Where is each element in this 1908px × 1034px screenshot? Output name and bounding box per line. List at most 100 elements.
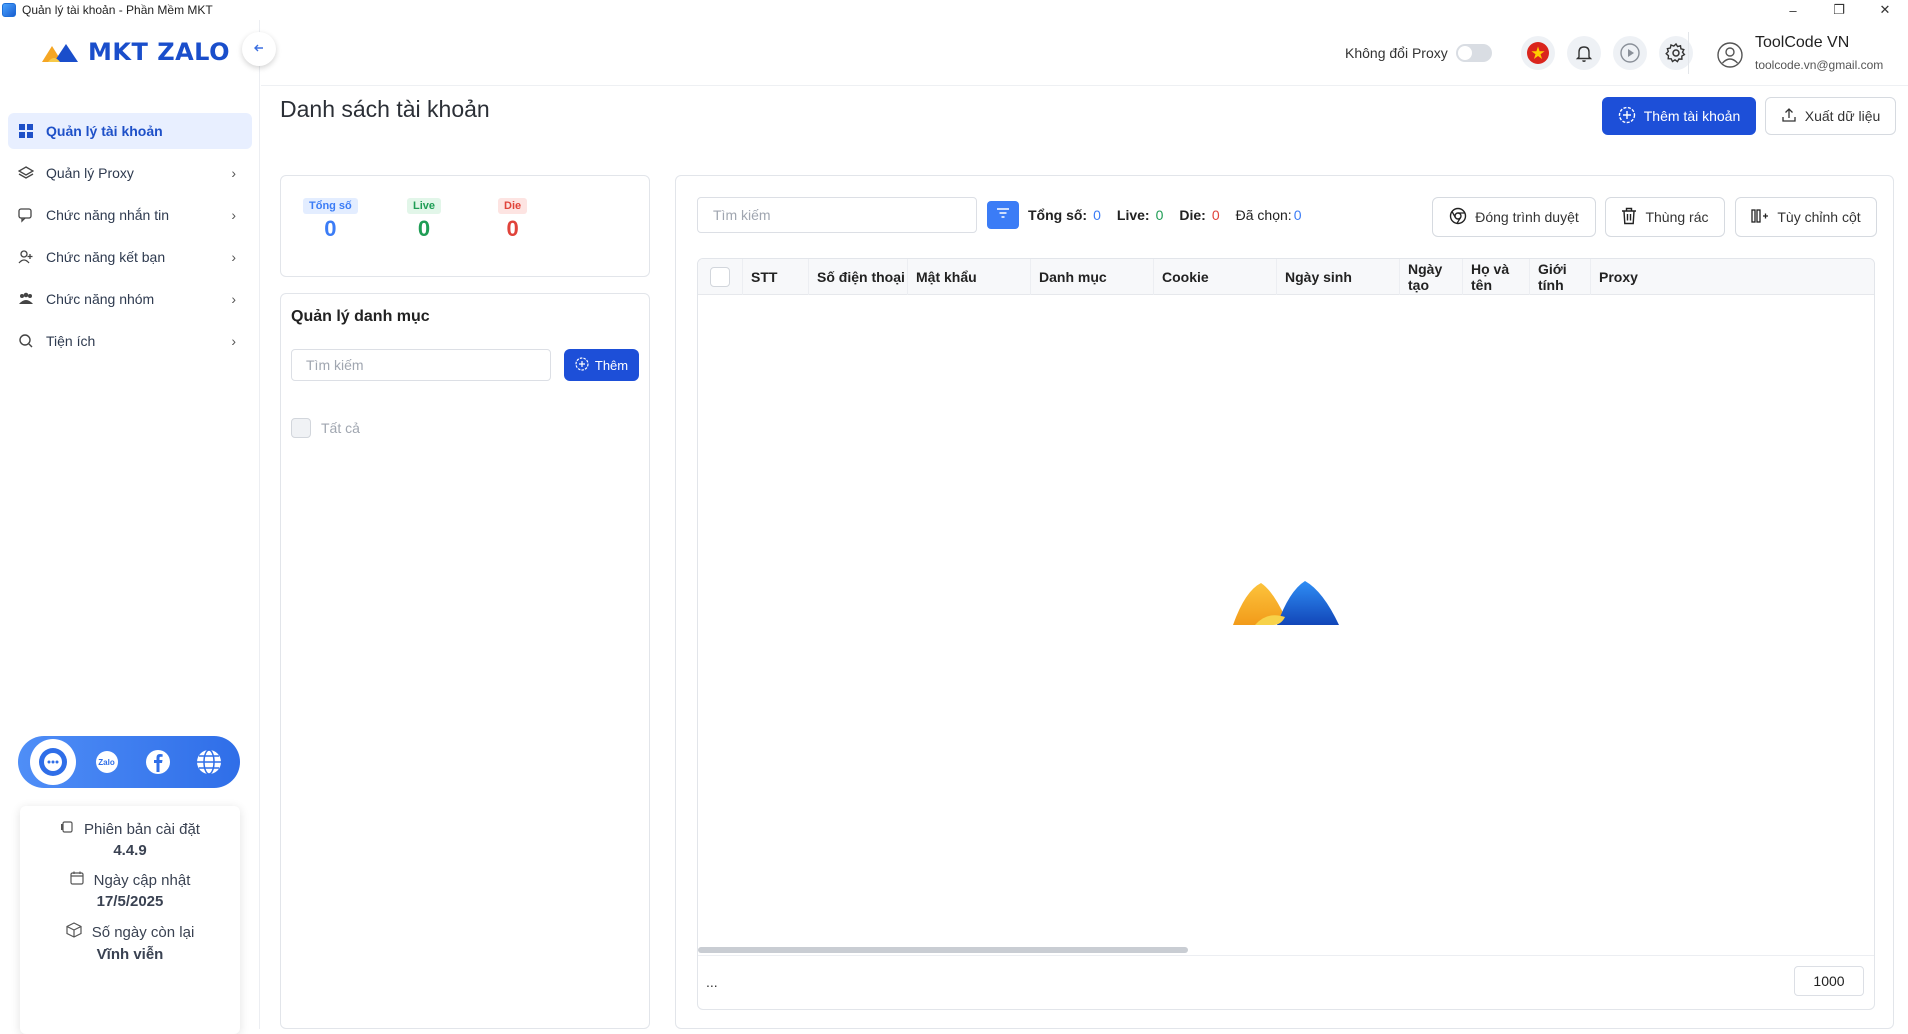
column-header[interactable]: Họ và tên — [1463, 259, 1530, 295]
chevron-right-icon: › — [231, 165, 236, 181]
proxy-toggle[interactable] — [1456, 44, 1492, 62]
category-panel: Quản lý danh mục Thêm Tất cả — [280, 293, 650, 1029]
chevron-right-icon: › — [231, 333, 236, 349]
stat-die: Die 0 — [498, 196, 528, 242]
user-plus-icon — [18, 249, 34, 265]
category-all-checkbox[interactable] — [291, 418, 311, 438]
vietnam-flag-icon[interactable] — [1521, 36, 1555, 70]
live-count-label: Live: — [1116, 207, 1150, 223]
column-header[interactable]: Số điện thoại — [809, 259, 908, 295]
trash-button[interactable]: Thùng rác — [1605, 197, 1725, 237]
trash-icon — [1621, 207, 1637, 228]
close-browser-button[interactable]: Đóng trình duyệt — [1432, 197, 1596, 237]
bell-icon[interactable] — [1567, 36, 1601, 70]
page-size-select[interactable]: 1000 — [1794, 966, 1864, 996]
update-value: 17/5/2025 — [96, 893, 164, 910]
stat-label: Live — [407, 198, 442, 214]
column-header[interactable]: Giới tính — [1530, 259, 1591, 295]
column-header[interactable]: Proxy — [1591, 259, 1874, 295]
add-account-label: Thêm tài khoản — [1643, 108, 1741, 124]
column-header[interactable]: Ngày tạo — [1400, 259, 1463, 295]
collapse-sidebar-button[interactable] — [242, 32, 276, 66]
page-title: Danh sách tài khoản — [280, 96, 490, 122]
stat-value: 0 — [324, 216, 337, 241]
live-count-value: 0 — [1155, 207, 1164, 223]
category-all-item[interactable]: Tất cả — [291, 418, 360, 438]
arrow-left-icon — [253, 42, 265, 57]
sidebar-item-label: Chức năng nhóm — [46, 291, 155, 307]
plus-circle-icon — [575, 356, 589, 374]
grid-icon — [18, 123, 34, 139]
user-avatar-icon[interactable] — [1716, 41, 1744, 69]
version-value: 4.4.9 — [113, 842, 147, 859]
stat-value: 0 — [506, 216, 519, 241]
zalo-icon[interactable]: Zalo — [87, 742, 127, 782]
add-category-button[interactable]: Thêm — [564, 349, 639, 381]
empty-state-logo — [1233, 577, 1339, 632]
filter-icon — [996, 206, 1010, 224]
sidebar-item-label: Chức năng kết bạn — [46, 249, 166, 265]
version-row: Phiên bản cài đặt 4.4.9 — [20, 820, 240, 859]
chrome-icon — [1449, 207, 1467, 228]
facebook-icon[interactable] — [138, 742, 178, 782]
columns-icon — [1751, 208, 1769, 227]
sidebar-item-friends[interactable]: Chức năng kết bạn › — [8, 239, 252, 275]
window-titlebar: Quản lý tài khoản - Phần Mềm MKT – ❐ ✕ — [0, 0, 1908, 20]
filter-button[interactable] — [987, 201, 1019, 229]
select-all-checkbox[interactable] — [710, 267, 730, 287]
close-button[interactable]: ✕ — [1862, 0, 1908, 20]
support-icon[interactable] — [29, 739, 76, 785]
sidebar-item-messaging[interactable]: Chức năng nhắn tin › — [8, 197, 252, 233]
sidebar-item-accounts[interactable]: Quản lý tài khoản — [8, 113, 252, 149]
web-icon[interactable] — [189, 742, 229, 782]
chevron-right-icon: › — [231, 291, 236, 307]
sidebar-item-utilities[interactable]: Tiện ích › — [8, 323, 252, 359]
header-divider — [1688, 32, 1689, 74]
upload-icon — [1781, 107, 1797, 126]
sidebar-item-proxy[interactable]: Quản lý Proxy › — [8, 155, 252, 191]
group-icon — [18, 291, 34, 307]
table-header: STT Số điện thoại Mật khẩu Danh mục Cook… — [698, 259, 1874, 295]
stat-label: Die — [498, 198, 528, 214]
stat-label: Tổng số — [303, 198, 358, 214]
sidebar-item-label: Quản lý tài khoản — [46, 123, 163, 139]
customize-columns-button[interactable]: Tùy chỉnh cột — [1735, 197, 1877, 237]
account-search-input[interactable] — [697, 197, 977, 233]
column-header[interactable]: Mật khẩu — [908, 259, 1031, 295]
die-count-value: 0 — [1211, 207, 1220, 223]
sidebar-item-groups[interactable]: Chức năng nhóm › — [8, 281, 252, 317]
app-info-card: Phiên bản cài đặt 4.4.9 Ngày cập nhật 17… — [20, 806, 240, 1034]
accounts-table: STT Số điện thoại Mật khẩu Danh mục Cook… — [697, 258, 1875, 1010]
account-counts: Tổng số: 0 Live: 0 Die: 0 Đã chọn: 0 — [1028, 207, 1301, 223]
export-button[interactable]: Xuất dữ liệu — [1765, 97, 1896, 135]
minimize-button[interactable]: – — [1770, 0, 1816, 20]
stats-card: Tổng số 0 Live 0 Die 0 — [280, 175, 650, 277]
customize-columns-label: Tùy chỉnh cột — [1777, 209, 1861, 225]
brand-logo: MKT ZALO — [40, 38, 230, 66]
column-header[interactable]: Danh mục — [1031, 259, 1154, 295]
die-count-label: Die: — [1179, 207, 1206, 223]
top-header: Không đổi Proxy ToolCode VN toolcode.vn@… — [261, 20, 1908, 86]
chevron-right-icon: › — [231, 249, 236, 265]
social-links: Zalo — [18, 736, 240, 788]
copy-icon — [60, 820, 74, 838]
column-header[interactable]: STT — [743, 259, 809, 295]
days-value: Vĩnh viễn — [96, 946, 164, 963]
plus-circle-icon — [1618, 106, 1636, 127]
restore-button[interactable]: ❐ — [1816, 0, 1862, 20]
selected-count-label: Đã chọn: — [1235, 207, 1292, 223]
column-header[interactable]: Ngày sinh — [1277, 259, 1400, 295]
add-account-button[interactable]: Thêm tài khoản — [1602, 97, 1756, 135]
play-icon[interactable] — [1613, 36, 1647, 70]
category-search-input[interactable] — [291, 349, 551, 381]
horizontal-scrollbar[interactable] — [698, 947, 1188, 953]
window-title: Quản lý tài khoản - Phần Mềm MKT — [22, 3, 213, 17]
selected-count-value: 0 — [1293, 207, 1302, 223]
column-header[interactable]: Cookie — [1154, 259, 1277, 295]
search-icon — [18, 333, 34, 349]
stat-total: Tổng số 0 — [303, 196, 358, 242]
app-icon — [2, 3, 16, 17]
chevron-right-icon: › — [231, 207, 236, 223]
trash-label: Thùng rác — [1645, 209, 1709, 225]
accounts-table-panel: Tổng số:0 Live:0 Die:0 Đã chọn:0 Đóng tr… — [675, 175, 1894, 1029]
